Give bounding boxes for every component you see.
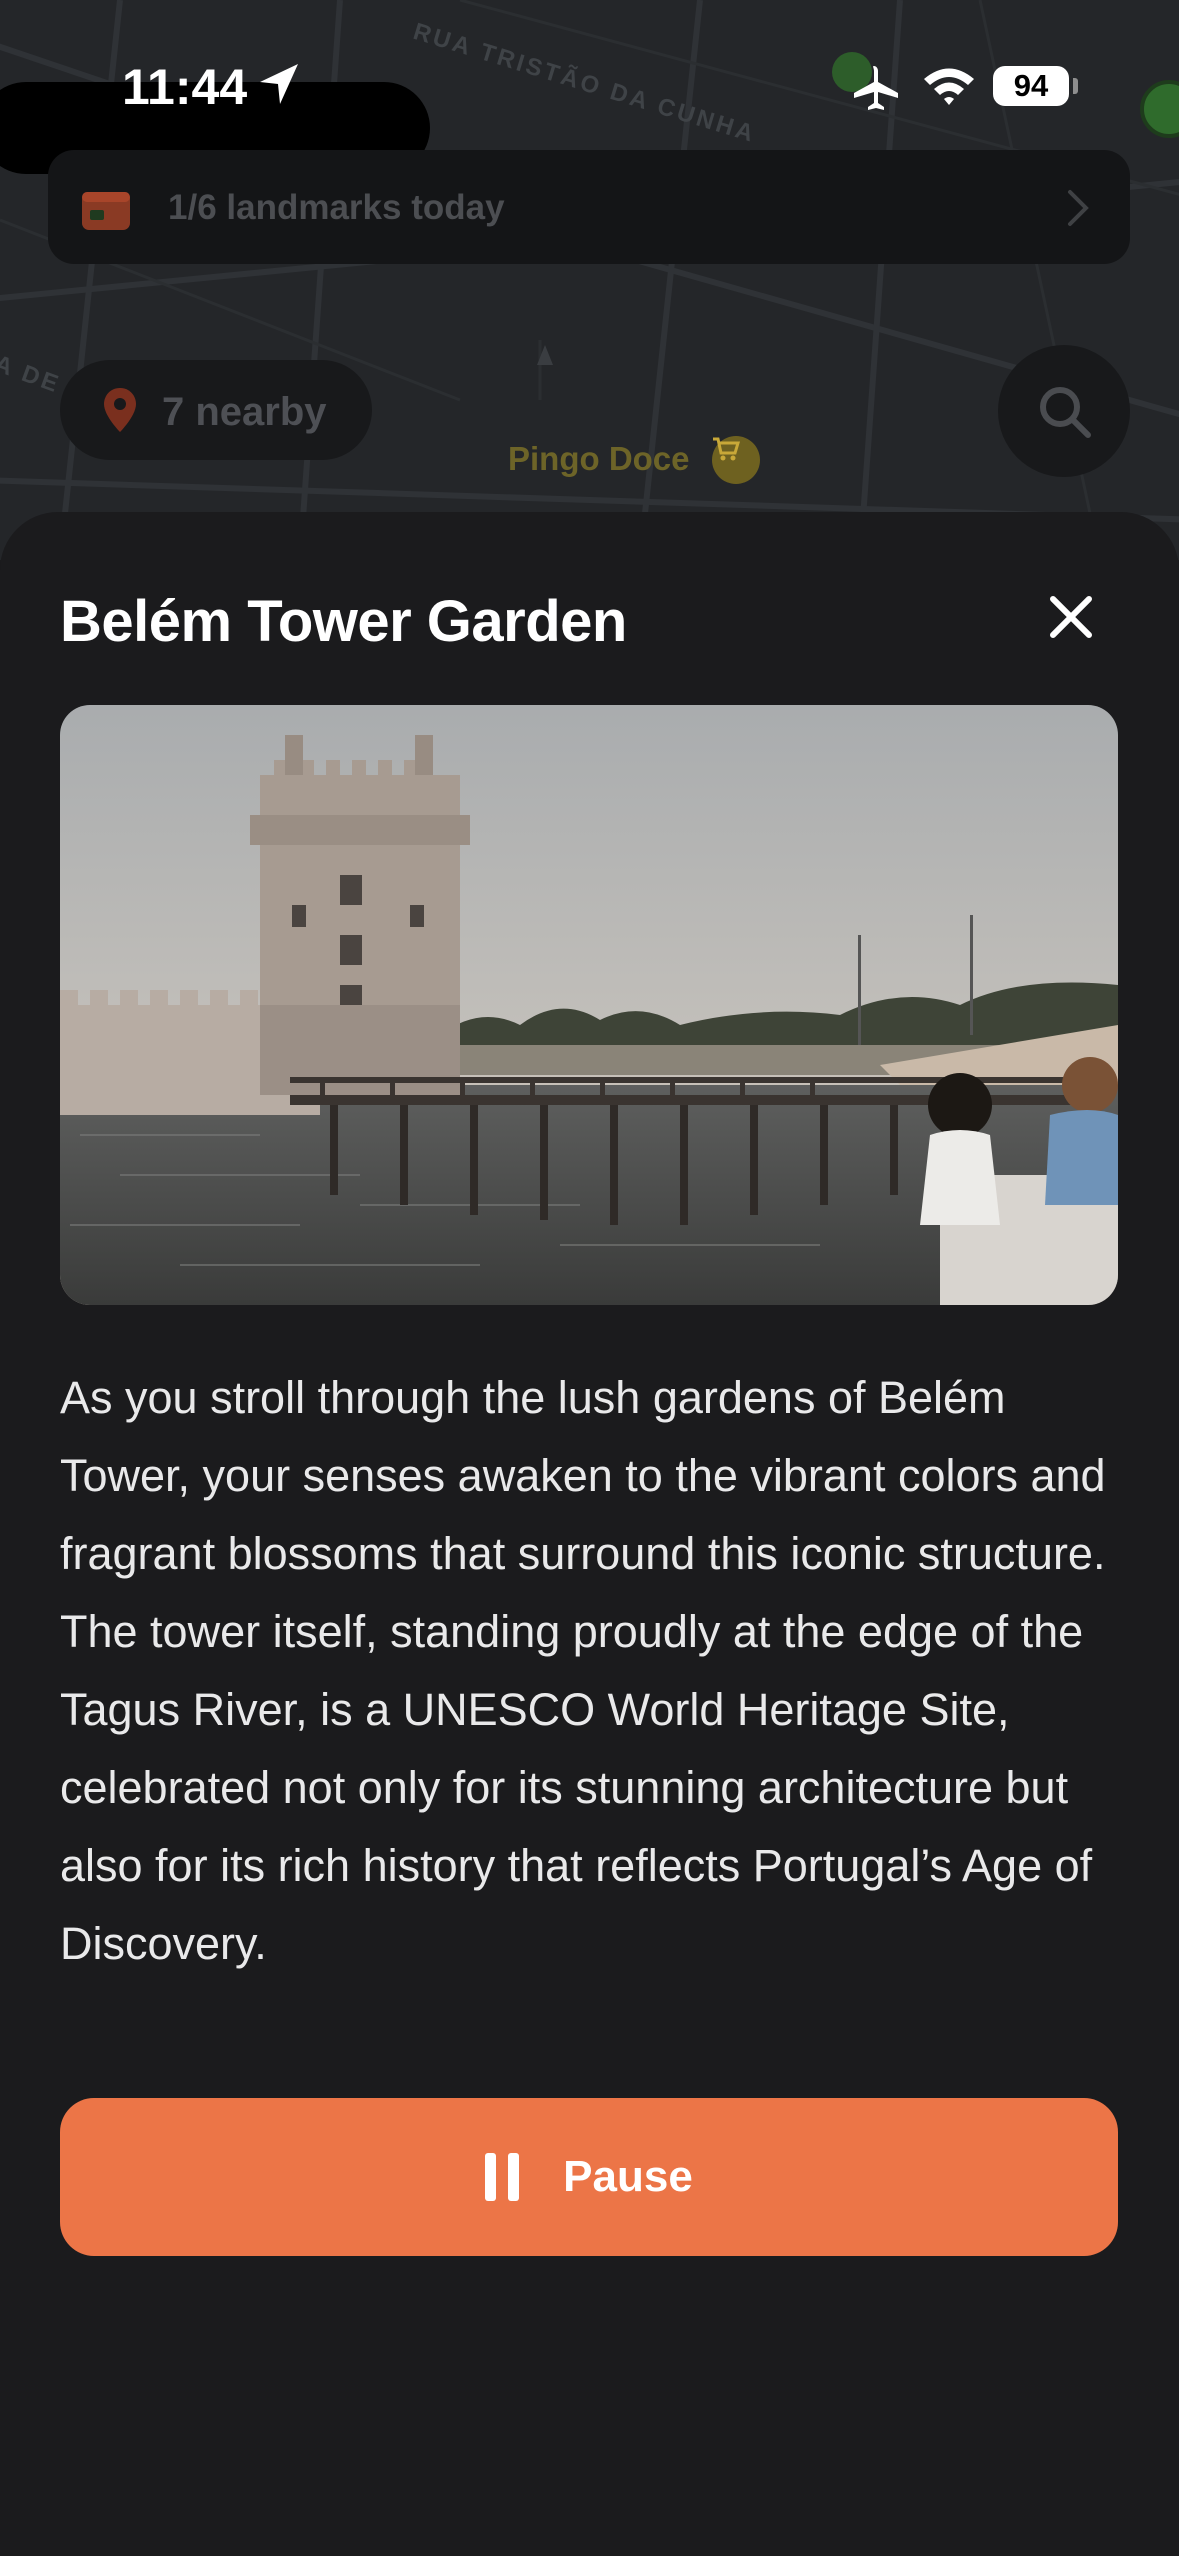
- calendar-icon: [82, 192, 130, 230]
- landmark-description: As you stroll through the lush gardens o…: [60, 1372, 1106, 1969]
- poi-label[interactable]: Pingo Doce: [508, 440, 690, 478]
- pause-label: Pause: [563, 2152, 693, 2201]
- airplane-icon: [854, 66, 898, 110]
- location-arrow-icon: [260, 64, 298, 104]
- landmarks-progress-banner[interactable]: 1/6 landmarks today: [48, 150, 1130, 264]
- status-time: 11:44: [122, 59, 248, 115]
- sheet-title: Belém Tower Garden: [60, 589, 627, 654]
- battery-cap: [1073, 78, 1078, 94]
- pause-icon: [485, 2153, 520, 2201]
- nearby-count: 7 nearby: [162, 390, 327, 434]
- tower-photo-illustration: [60, 705, 1118, 1305]
- shopping-cart-icon[interactable]: [712, 436, 760, 484]
- wifi-icon: [924, 68, 974, 105]
- close-icon: [1050, 596, 1092, 638]
- landmark-photo: [60, 705, 1118, 1305]
- map-pin-icon: [104, 388, 136, 432]
- chevron-right-icon: [1068, 190, 1089, 226]
- close-button[interactable]: [1036, 582, 1106, 652]
- status-bar: 11:44 94: [0, 0, 1179, 174]
- battery-indicator: 94: [993, 66, 1069, 106]
- landmarks-progress-text: 1/6 landmarks today: [168, 188, 505, 227]
- search-button[interactable]: [998, 345, 1130, 477]
- search-icon: [1040, 387, 1091, 438]
- landmark-detail-sheet: Belém Tower Garden As you stroll through…: [0, 512, 1179, 2556]
- pause-button[interactable]: Pause: [60, 2098, 1118, 2256]
- nearby-button[interactable]: 7 nearby: [60, 360, 372, 460]
